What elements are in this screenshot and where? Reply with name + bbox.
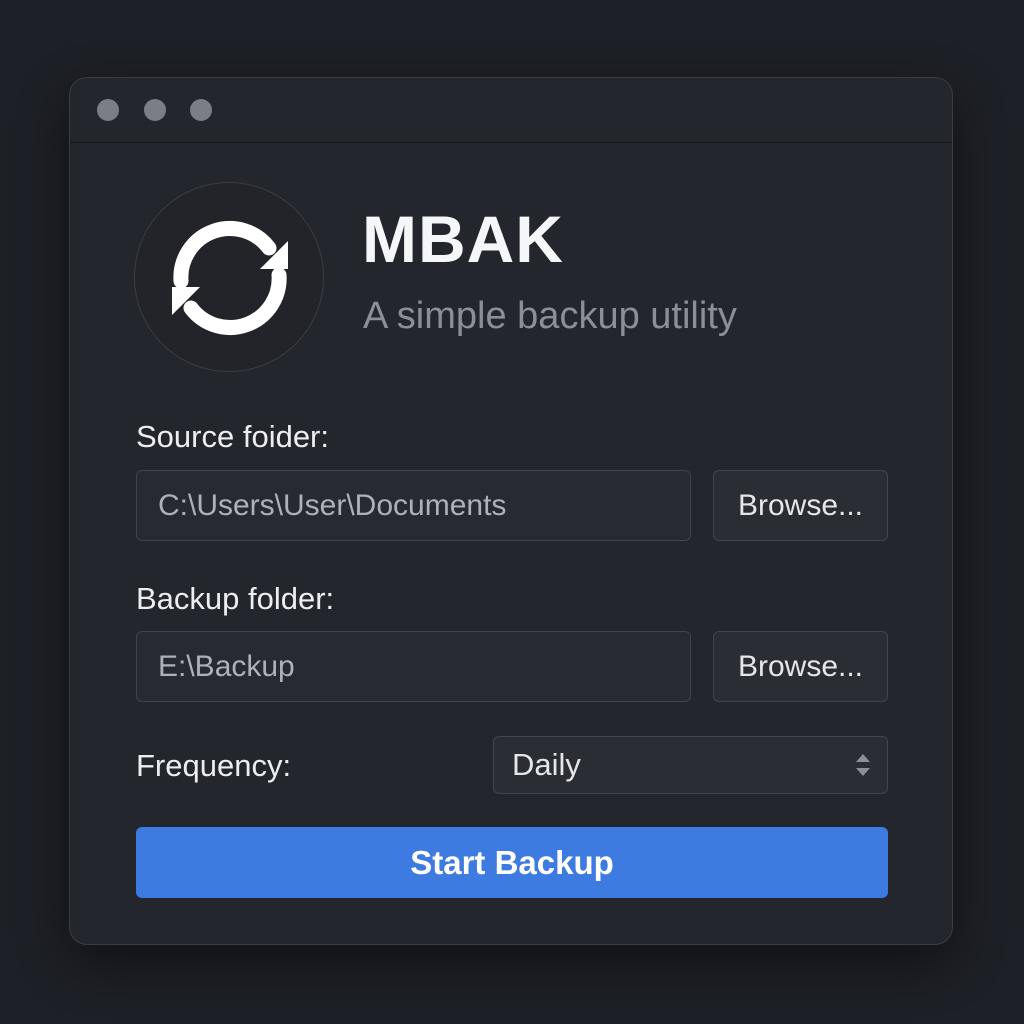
frequency-selected-value: Daily — [512, 747, 581, 782]
sync-arrows-icon — [172, 221, 288, 335]
start-backup-button[interactable]: Start Backup — [136, 827, 888, 898]
app-logo — [134, 182, 324, 372]
app-title: MBAK — [362, 202, 564, 276]
app-subtitle: A simple backup utility — [363, 295, 737, 337]
close-window-button[interactable] — [97, 99, 119, 121]
source-browse-button[interactable]: Browse... — [713, 470, 888, 541]
frequency-select[interactable]: Daily — [493, 736, 888, 794]
app-window: MBAK A simple backup utility Source foid… — [69, 77, 953, 945]
minimize-window-button[interactable] — [144, 99, 166, 121]
frequency-label: Frequency: — [136, 748, 292, 783]
backup-browse-button[interactable]: Browse... — [713, 631, 888, 702]
source-folder-label: Source foider: — [136, 419, 329, 454]
maximize-window-button[interactable] — [190, 99, 212, 121]
title-bar — [70, 78, 952, 143]
backup-folder-input[interactable]: E:\Backup — [136, 631, 691, 702]
updown-chevron-icon — [856, 754, 870, 776]
backup-folder-label: Backup folder: — [136, 581, 335, 616]
source-folder-input[interactable]: C:\Users\User\Documents — [136, 470, 691, 541]
